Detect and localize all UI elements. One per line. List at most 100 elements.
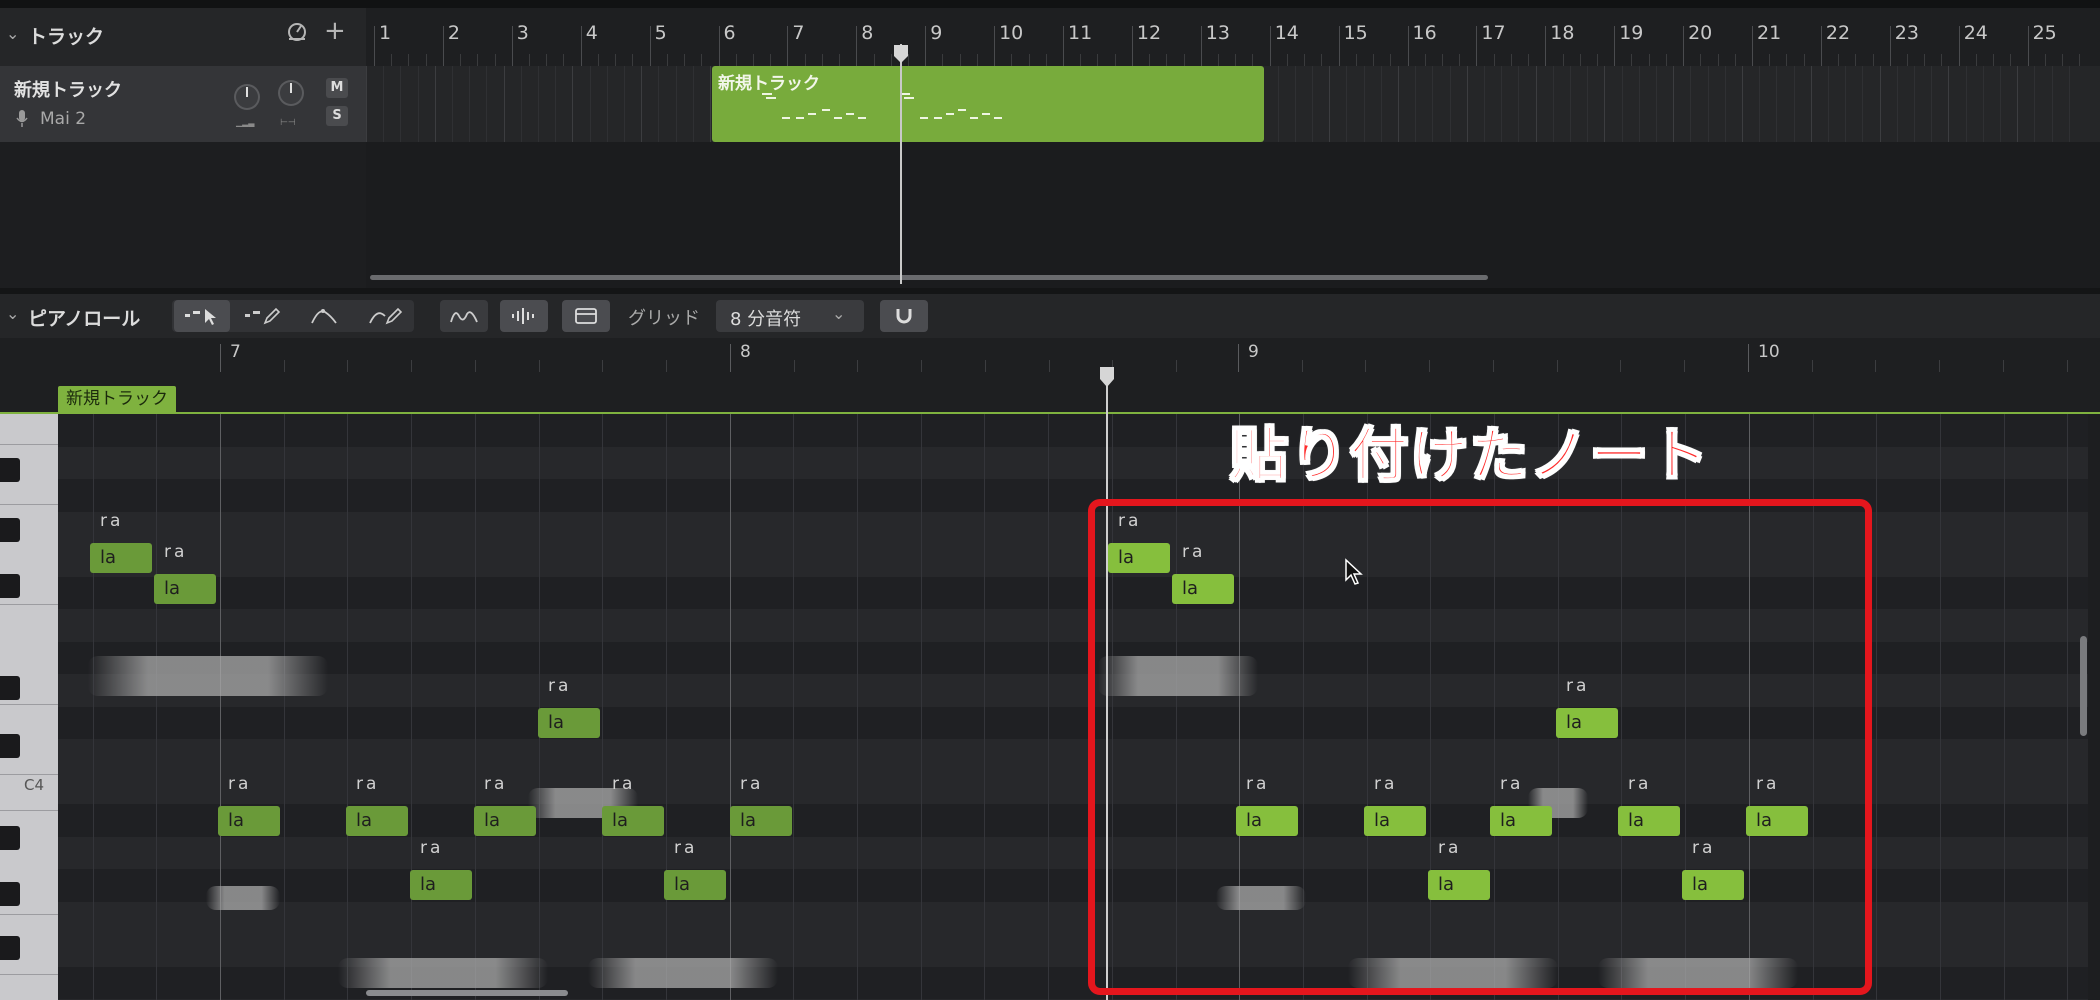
arrangement-empty-area[interactable] <box>366 142 2100 288</box>
piano-roll-title: ピアノロール <box>28 308 141 330</box>
lane-grid-line <box>1793 66 1795 142</box>
ruler-tick <box>1131 26 1133 66</box>
select-tool-button[interactable] <box>174 300 230 332</box>
curve-tool-button[interactable] <box>296 300 352 332</box>
track-region[interactable]: 新規トラック <box>712 66 1264 142</box>
lane-grid-line <box>1879 66 1881 142</box>
note[interactable]: la <box>602 806 664 836</box>
mute-button[interactable]: M <box>326 78 348 98</box>
note[interactable]: la <box>538 708 600 738</box>
black-key[interactable] <box>0 458 20 482</box>
piano-roll-horizontal-scrollbar[interactable] <box>366 990 568 996</box>
ruler-subtick <box>1080 54 1082 66</box>
lane-grid-line <box>434 66 436 142</box>
lane-grid-line <box>1707 66 1709 142</box>
note[interactable]: la <box>346 806 408 836</box>
track-row[interactable]: 新規トラック Mai 2 ▁▂▃ ⊢⊣ M S <box>0 66 366 142</box>
ruler-subtick <box>2079 54 2081 66</box>
curve-pencil-tool-button[interactable] <box>358 300 414 332</box>
piano-roll-region-tag[interactable]: 新規トラック <box>58 386 176 412</box>
magnet-icon <box>896 309 912 324</box>
note[interactable]: la <box>90 543 152 573</box>
white-key-divider <box>0 774 58 775</box>
black-key[interactable] <box>0 882 20 906</box>
add-track-icon[interactable]: + <box>324 16 346 46</box>
white-key-divider <box>0 810 58 811</box>
ruler-tick <box>220 344 221 372</box>
black-key[interactable] <box>0 676 20 700</box>
metronome-icon[interactable] <box>286 20 308 42</box>
timeline-ruler[interactable]: 1 2 3 4 5 6 7 8 9 10 11 12 13 14 15 16 17 18 19 20 21 22 23 24 2… <box>366 8 2100 66</box>
arrangement-playhead[interactable] <box>900 44 902 284</box>
grid-line <box>156 414 158 1000</box>
window-top-strip <box>0 0 2100 8</box>
black-key[interactable] <box>0 574 20 598</box>
black-key[interactable] <box>0 518 20 542</box>
waveform-toggle-button[interactable] <box>500 300 548 332</box>
grid-line <box>1048 414 1050 1000</box>
voice-name[interactable]: Mai 2 <box>40 109 86 129</box>
ruler-number: 18 <box>1550 22 1575 44</box>
ruler-subtick <box>1492 360 1494 372</box>
lane-grid-line <box>538 66 539 142</box>
clip-view-button[interactable] <box>562 300 610 332</box>
ruler-subtick <box>538 360 540 372</box>
note[interactable]: la <box>474 806 536 836</box>
piano-keyboard[interactable]: C4 <box>0 414 58 1000</box>
collapse-chevron-icon[interactable]: ⌄ <box>6 24 19 43</box>
ruler-subtick <box>1114 54 1116 66</box>
ruler-number: 6 <box>723 22 736 44</box>
note[interactable]: la <box>410 870 472 900</box>
pencil-tool-icon <box>245 307 281 325</box>
lane-grid-line <box>1724 66 1726 142</box>
ruler-number: 24 <box>1963 22 1988 44</box>
note[interactable]: la <box>154 574 216 604</box>
track-name[interactable]: 新規トラック <box>14 76 122 102</box>
ruler-tick <box>1200 26 1202 66</box>
lane-grid-line <box>1621 66 1623 142</box>
ruler-subtick <box>632 54 634 66</box>
lane-grid-line <box>1914 66 1915 142</box>
note-phoneme: ra <box>548 676 572 696</box>
black-key[interactable] <box>0 826 20 850</box>
arrangement-horizontal-scrollbar[interactable] <box>370 275 1488 280</box>
lane-grid-line <box>1965 66 1967 142</box>
pencil-tool-button[interactable] <box>234 300 290 332</box>
ruler-number: 13 <box>1205 22 1230 44</box>
pan-knob[interactable] <box>276 78 306 112</box>
snap-magnet-button[interactable] <box>880 300 928 332</box>
collapse-chevron-icon[interactable]: ⌄ <box>6 304 19 323</box>
ruler-subtick <box>1011 54 1013 66</box>
ruler-subtick <box>1365 360 1367 372</box>
ruler-subtick <box>474 360 476 372</box>
solo-button[interactable]: S <box>326 106 348 126</box>
note[interactable]: la <box>730 806 792 836</box>
ruler-subtick <box>1235 54 1237 66</box>
ruler-subtick <box>597 54 599 66</box>
note-phoneme: ra <box>612 774 636 794</box>
black-key[interactable] <box>0 936 20 960</box>
lane-grid-line <box>1810 66 1812 142</box>
ruler-tick <box>1238 344 1239 372</box>
pitch-curve-button[interactable] <box>440 300 488 332</box>
curve-tool-icon <box>311 309 337 324</box>
lane-grid-line <box>1501 66 1503 142</box>
piano-roll-vertical-scrollbar[interactable] <box>2080 636 2087 736</box>
note[interactable]: la <box>664 870 726 900</box>
note[interactable]: la <box>218 806 280 836</box>
black-key[interactable] <box>0 734 20 758</box>
ruler-tick <box>787 26 789 66</box>
grid-select[interactable]: 8 分音符 ⌄ <box>716 300 864 332</box>
piano-roll-ruler[interactable]: 7 8 9 10 <box>0 338 2100 372</box>
ruler-subtick <box>1441 54 1443 66</box>
ruler-subtick <box>921 360 923 372</box>
volume-knob[interactable] <box>232 82 262 116</box>
lane-grid-line <box>692 66 694 142</box>
note-phoneme: ra <box>740 774 764 794</box>
playhead-handle-icon[interactable] <box>1099 366 1115 388</box>
playhead-handle-icon[interactable] <box>893 44 909 64</box>
lane-grid-line <box>1346 66 1348 142</box>
ruler-subtick <box>1907 54 1909 66</box>
lane-grid-line <box>1518 66 1520 142</box>
ruler-number: 2 <box>447 22 460 44</box>
